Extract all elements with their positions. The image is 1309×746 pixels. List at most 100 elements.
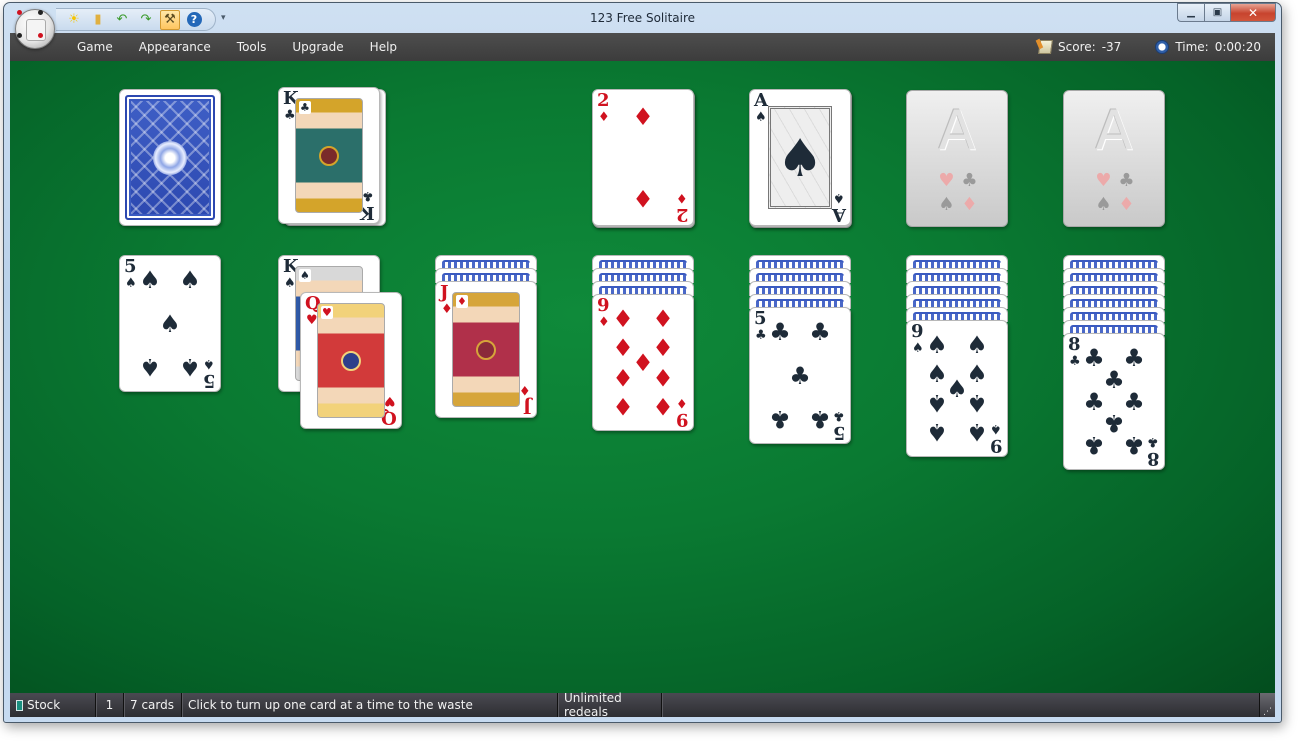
card-rank-bottom: A	[832, 204, 846, 225]
tableau-2-card-2[interactable]: Q ♥ Q ♥ ♥	[300, 292, 402, 429]
menu-help[interactable]: Help	[357, 33, 410, 61]
card-pip: ♣	[809, 318, 831, 347]
card-pip: ♠	[966, 417, 988, 446]
app-window: ☀ ▮ ↶ ↷ ⚒? ▾ 123 Free Solitaire ▁ ▣ ✕ Game A…	[3, 2, 1282, 723]
card-pip: ♦	[612, 391, 634, 420]
tableau-1-card-1[interactable]: 5 ♠ 5 ♠ ♠ ♠ ♠ ♠ ♠	[119, 255, 221, 392]
card-suit-icon: ♦	[598, 110, 610, 125]
game-stats: Score: -37 Time: 0:00:20	[1013, 40, 1275, 54]
stock-indicator-icon	[16, 699, 23, 711]
court-emblem	[319, 145, 339, 166]
card-suit-icon: ♥	[321, 306, 333, 319]
card-suit-icon: ♠	[833, 190, 845, 205]
card-pip: ♠	[966, 389, 988, 418]
card-suit-icon: ♦	[519, 382, 531, 397]
card-rank-bottom: 2	[676, 204, 689, 225]
stock-pile[interactable]	[119, 89, 221, 226]
close-button[interactable]: ✕	[1230, 3, 1276, 22]
card-suit-icon: ♠	[203, 356, 215, 371]
card-rank-bottom: 5	[833, 422, 846, 443]
placeholder-suit-icon: ♠	[938, 194, 955, 215]
tableau-5-card-1[interactable]: 5 ♣ 5 ♣ ♣ ♣ ♣ ♣ ♣	[749, 307, 851, 444]
card-suit-icon: ♣	[362, 188, 374, 203]
card-pip: ♠	[159, 309, 181, 338]
card-pip: ♦	[652, 391, 674, 420]
card-suit-icon: ♦	[598, 315, 610, 330]
card-pip: ♣	[809, 404, 831, 433]
score-value: -37	[1101, 40, 1122, 54]
placeholder-suit-icon: ♣	[961, 170, 978, 191]
waste-pile[interactable]: K ♣ K ♣ ♣	[278, 87, 380, 224]
status-hint: Click to turn up one card at a time to t…	[182, 693, 558, 717]
menu-upgrade[interactable]: Upgrade	[279, 33, 356, 61]
card-suit-icon: ♦	[676, 395, 688, 410]
foundation-2[interactable]: A ♠ A ♠ ♠	[749, 89, 851, 226]
placeholder-ace: A	[1095, 99, 1133, 162]
maximize-button[interactable]: ▣	[1204, 3, 1230, 22]
card-pip: ♠	[926, 417, 948, 446]
card-pip: ♦	[612, 305, 634, 334]
title-bar: ☀ ▮ ↶ ↷ ⚒? ▾ 123 Free Solitaire ▁ ▣ ✕	[4, 3, 1281, 49]
card-rank: 9	[597, 295, 610, 316]
foundation-3-empty[interactable]: A ♥ ♣ ♠ ♦	[906, 90, 1008, 227]
placeholder-suit-icon: ♦	[1118, 194, 1135, 215]
score-display: Score: -37	[1038, 40, 1122, 54]
card-pip: ♠	[179, 352, 201, 381]
spade-icon: ♠	[776, 129, 824, 189]
tableau-4-card-1[interactable]: 9 ♦ 9 ♦ ♦ ♦ ♦ ♦ ♦ ♦ ♦ ♦ ♦	[592, 294, 694, 431]
status-index: 1	[96, 693, 124, 717]
placeholder-suits: ♥ ♣ ♠ ♦	[1092, 169, 1138, 217]
card-pip: ♠	[966, 331, 988, 360]
card-pip: ♣	[1123, 344, 1145, 373]
card-suit-icon: ♣	[1147, 434, 1159, 449]
card-suit-icon: ♦	[676, 190, 688, 205]
score-label: Score:	[1058, 40, 1096, 54]
menu-appearance[interactable]: Appearance	[126, 33, 224, 61]
court-art: ♦	[452, 292, 520, 407]
card-pip: ♦	[632, 184, 654, 212]
app-menu-button[interactable]	[15, 9, 55, 49]
card-rank: 2	[597, 90, 610, 111]
minimize-button[interactable]: ▁	[1177, 3, 1204, 22]
card-rank: J	[440, 282, 449, 303]
card-suit-icon: ♣	[1069, 354, 1081, 369]
court-emblem	[341, 350, 361, 371]
placeholder-suit-icon: ♥	[1095, 170, 1112, 191]
card-pip: ♣	[769, 318, 791, 347]
foundation-1[interactable]: 2 ♦ 2 ♦ ♦ ♦	[592, 89, 694, 226]
menu-tools[interactable]: Tools	[224, 33, 280, 61]
card-suit-icon: ♥	[384, 393, 396, 408]
card-back-pattern	[125, 95, 215, 220]
card-suit-icon: ♣	[299, 101, 311, 114]
tableau-3-card-1[interactable]: J ♦ J ♦ ♦	[435, 281, 537, 418]
placeholder-suit-icon: ♠	[1095, 194, 1112, 215]
card-pip: ♠	[139, 352, 161, 381]
card-suit-icon: ♦	[441, 302, 453, 317]
card-suit-icon: ♠	[912, 341, 924, 356]
time-value: 0:00:20	[1214, 40, 1261, 54]
card-suit-icon: ♣	[755, 328, 767, 343]
game-table: K♣K♣♣2♦2♦♦♦A♠A♠♠A♥♣♠♦A♥♣♠♦5♠5♠♠♠♠♠♠K♠K♠♠…	[10, 61, 1275, 693]
menu-game[interactable]: Game	[64, 33, 126, 61]
court-emblem	[476, 339, 496, 360]
card-pip: ♠	[926, 331, 948, 360]
card-suit-icon: ♦	[456, 295, 468, 308]
dice-icon	[17, 10, 46, 41]
resize-grip[interactable]: ⋰	[1259, 693, 1275, 717]
card-pip: ♦	[612, 363, 634, 392]
court-art: ♥	[317, 303, 385, 418]
foundation-4-empty[interactable]: A ♥ ♣ ♠ ♦	[1063, 90, 1165, 227]
card-suit-icon: ♠	[299, 269, 311, 282]
card-pip: ♠	[926, 389, 948, 418]
status-pile: Stock	[10, 693, 96, 717]
tableau-6-card-1[interactable]: 9 ♠ 9 ♠ ♠ ♠ ♠ ♠ ♠ ♠ ♠ ♠ ♠	[906, 320, 1008, 457]
card-rank: 9	[911, 321, 924, 342]
card-pip: ♦	[652, 305, 674, 334]
card-pip: ♠	[139, 266, 161, 295]
card-pip: ♦	[632, 103, 654, 131]
tableau-7-card-1[interactable]: 8 ♣ 8 ♣ ♣ ♣ ♣ ♣ ♣ ♣ ♣ ♣	[1063, 333, 1165, 470]
status-pile-name: Stock	[27, 698, 61, 712]
card-pip: ♣	[789, 361, 811, 390]
card-rank-bottom: 9	[990, 435, 1003, 456]
card-pip: ♣	[1123, 430, 1145, 459]
